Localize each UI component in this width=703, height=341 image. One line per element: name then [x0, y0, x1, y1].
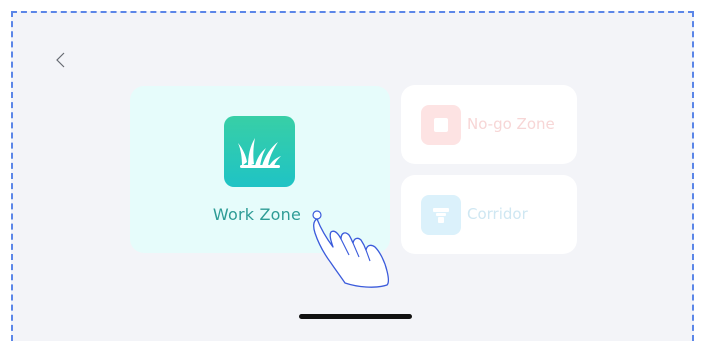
corridor-label: Corridor [467, 205, 528, 223]
no-go-zone-card[interactable]: No-go Zone [401, 85, 577, 164]
corridor-icon [421, 195, 461, 235]
work-zone-card[interactable]: Work Zone [130, 86, 390, 253]
chevron-left-icon [56, 52, 65, 68]
work-zone-label: Work Zone [212, 205, 302, 224]
square-icon [421, 105, 461, 145]
back-button[interactable] [52, 50, 70, 70]
corridor-card[interactable]: Corridor [401, 175, 577, 254]
home-indicator[interactable] [299, 314, 412, 319]
no-go-zone-label: No-go Zone [467, 115, 555, 133]
grass-icon [224, 116, 295, 187]
